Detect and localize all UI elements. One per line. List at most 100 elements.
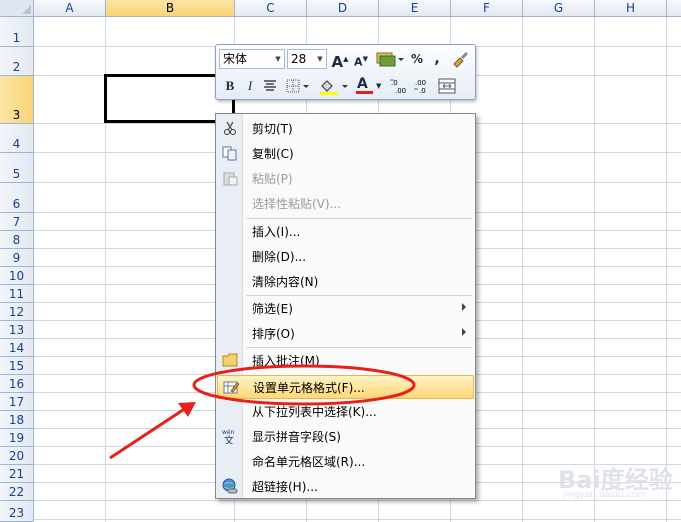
column-header-a[interactable]: A — [34, 0, 106, 17]
format-painter-icon — [453, 52, 468, 68]
borders-button[interactable] — [284, 76, 312, 96]
column-header-f[interactable]: F — [451, 0, 523, 17]
row-header[interactable]: 14 — [0, 339, 34, 357]
copy-icon — [222, 146, 237, 161]
chevron-down-icon[interactable]: ▼ — [272, 50, 284, 68]
row-header[interactable]: 7 — [0, 213, 34, 231]
phonetic-icon: wén文 — [222, 429, 235, 444]
borders-icon — [286, 79, 309, 93]
row-header[interactable]: 8 — [0, 231, 34, 249]
menu-item-pick-from-list[interactable]: 从下拉列表中选择(K)... — [217, 400, 474, 424]
submenu-arrow-icon — [462, 328, 466, 336]
menu-item-copy[interactable]: 复制(C) — [217, 142, 474, 166]
scissors-icon — [224, 121, 236, 135]
column-header-g[interactable]: G — [523, 0, 595, 17]
menu-item-paste[interactable]: 粘贴(P) — [217, 167, 474, 191]
mini-toolbar: 宋体 ▼ 28 ▼ A▲ A▼ % , B I A ▼ .0.00 .00.0 — [215, 44, 476, 100]
font-size-combo[interactable]: 28 ▼ — [287, 49, 327, 69]
chevron-down-icon[interactable]: ▼ — [376, 76, 381, 96]
menu-item-show-phonetic[interactable]: wén 文 显示拼音字段(S) — [217, 425, 474, 449]
font-name-combo[interactable]: 宋体 ▼ — [219, 49, 285, 69]
row-header[interactable]: 4 — [0, 124, 34, 153]
center-align-button[interactable] — [261, 76, 279, 96]
column-header-b[interactable]: B — [106, 0, 235, 17]
row-header[interactable]: 22 — [0, 483, 34, 501]
format-painter-button[interactable] — [450, 49, 470, 69]
decrease-decimal-button[interactable]: .00.0 — [413, 76, 435, 96]
menu-item-define-name[interactable]: 命名单元格区域(R)... — [217, 450, 474, 474]
menu-separator — [246, 295, 472, 296]
menu-item-paste-special[interactable]: 选择性粘贴(V)... — [217, 192, 474, 216]
comma-style-button[interactable]: , — [430, 49, 444, 69]
menu-item-label: 命名单元格区域(R)... — [252, 455, 366, 469]
menu-item-hyperlink[interactable]: 超链接(H)... — [217, 475, 474, 499]
row-header[interactable]: 15 — [0, 357, 34, 375]
column-header-c[interactable]: C — [235, 0, 307, 17]
row-header[interactable]: 6 — [0, 183, 34, 213]
menu-item-insert-comment[interactable]: 插入批注(M) — [217, 349, 474, 373]
menu-item-label: 设置单元格格式(F)... — [253, 381, 365, 395]
menu-item-label: 粘贴(P) — [252, 172, 293, 186]
row-header[interactable]: 5 — [0, 153, 34, 183]
menu-item-label: 删除(D)... — [252, 250, 307, 264]
menu-item-filter[interactable]: 筛选(E) — [217, 297, 474, 321]
comment-icon — [222, 353, 238, 367]
row-header[interactable]: 2 — [0, 47, 34, 76]
row-header[interactable]: 10 — [0, 267, 34, 285]
menu-item-label: 清除内容(N) — [252, 275, 319, 289]
row-header[interactable]: 3 — [0, 76, 34, 124]
menu-item-sort[interactable]: 排序(O) — [217, 322, 474, 346]
accounting-format-button[interactable] — [374, 49, 404, 69]
menu-item-label: 超链接(H)... — [252, 480, 318, 494]
font-color-button[interactable]: A ▼ — [354, 76, 386, 96]
menu-item-label: 从下拉列表中选择(K)... — [252, 405, 377, 419]
fill-color-icon — [320, 80, 348, 95]
column-header-e[interactable]: E — [379, 0, 451, 17]
row-header[interactable]: 20 — [0, 447, 34, 465]
row-header[interactable]: 17 — [0, 393, 34, 411]
shrink-font-icon: A — [354, 55, 363, 69]
svg-text:.0: .0 — [419, 87, 426, 95]
menu-item-label: 排序(O) — [252, 327, 295, 341]
chevron-down-icon[interactable]: ▼ — [314, 50, 326, 68]
row-header[interactable]: 23 — [0, 501, 34, 522]
grow-font-button[interactable]: A▲ — [331, 49, 349, 71]
menu-item-clear-contents[interactable]: 清除内容(N) — [217, 270, 474, 294]
row-header[interactable]: 13 — [0, 321, 34, 339]
grow-font-icon: A — [331, 53, 344, 71]
column-header-i[interactable] — [667, 0, 681, 17]
decrease-decimal-icon: .00.0 — [414, 79, 426, 95]
menu-item-label: 选择性粘贴(V)... — [252, 197, 342, 211]
merge-center-button[interactable] — [437, 76, 457, 96]
select-all-corner[interactable] — [0, 0, 34, 17]
row-header[interactable]: 1 — [0, 17, 34, 47]
row-header[interactable]: 16 — [0, 375, 34, 393]
menu-item-delete[interactable]: 删除(D)... — [217, 245, 474, 269]
merge-cells-icon — [438, 78, 456, 94]
fill-color-button[interactable] — [317, 76, 351, 96]
font-name-value: 宋体 — [223, 52, 248, 66]
watermark-url: jingyan.baidu.com — [563, 490, 647, 500]
menu-item-label: 插入批注(M) — [252, 354, 320, 368]
row-header[interactable]: 12 — [0, 303, 34, 321]
italic-button[interactable]: I — [242, 76, 258, 96]
row-header[interactable]: 18 — [0, 411, 34, 429]
row-header[interactable]: 9 — [0, 249, 34, 267]
shrink-font-button[interactable]: A▼ — [352, 49, 370, 69]
menu-item-cut[interactable]: 剪切(T) — [217, 117, 474, 141]
percent-style-button[interactable]: % — [408, 49, 426, 69]
row-header[interactable]: 19 — [0, 429, 34, 447]
increase-decimal-icon: .0.00 — [390, 79, 406, 95]
row-header[interactable]: 21 — [0, 465, 34, 483]
submenu-arrow-icon — [462, 303, 466, 311]
increase-decimal-button[interactable]: .0.00 — [389, 76, 411, 96]
menu-item-insert[interactable]: 插入(I)... — [217, 220, 474, 244]
column-header-d[interactable]: D — [307, 0, 379, 17]
menu-item-format-cells[interactable]: 设置单元格格式(F)... — [217, 375, 474, 399]
menu-item-label: 筛选(E) — [252, 302, 293, 316]
row-header[interactable]: 11 — [0, 285, 34, 303]
bold-button[interactable]: B — [221, 76, 239, 96]
column-header-h[interactable]: H — [595, 0, 667, 17]
align-center-icon — [264, 80, 276, 91]
hyperlink-icon — [222, 478, 238, 494]
